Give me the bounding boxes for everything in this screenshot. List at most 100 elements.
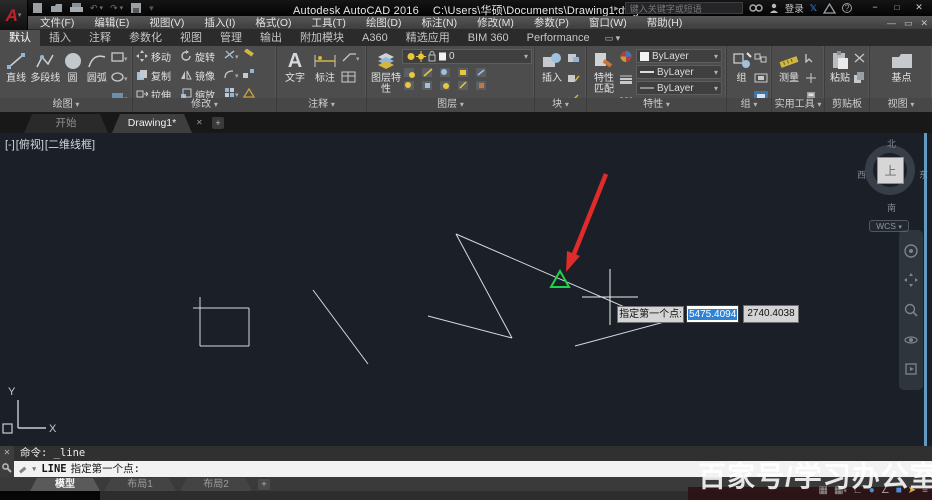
compass-south-label[interactable]: 南 <box>887 201 896 214</box>
rotate-button[interactable]: 旋转 <box>180 48 222 64</box>
menu-item[interactable]: 标注(N) <box>412 16 468 30</box>
block-attrs-tool-icon[interactable]: ▾ <box>567 90 581 98</box>
undo-icon[interactable]: ↶▾ <box>90 3 103 14</box>
help-icon[interactable]: ? <box>842 3 852 13</box>
leader-tool-icon[interactable]: ▾ <box>341 50 359 68</box>
menu-item[interactable]: 绘图(D) <box>356 16 412 30</box>
calculator-tool-icon[interactable] <box>804 90 818 98</box>
ribbon-collapse-icon[interactable]: ▭ ▾ <box>605 30 621 46</box>
panel-label-draw[interactable]: 绘图 ▾ <box>0 98 132 112</box>
fillet-tool-icon[interactable]: ▾ <box>224 67 240 85</box>
layout-tab-model[interactable]: 模型 <box>30 478 100 491</box>
lineweight-dropdown[interactable]: ByLayer▾ <box>636 65 722 79</box>
quick-select-tool-icon[interactable] <box>804 50 818 68</box>
layer-tools-grid[interactable] <box>402 66 528 92</box>
copy-button[interactable]: 复制 <box>136 67 178 83</box>
ribbon-tab[interactable]: BIM 360 <box>459 30 518 46</box>
dynamic-input-y-field[interactable]: 2740.4038 <box>743 305 799 323</box>
ribbon-tab[interactable]: 精选应用 <box>397 30 459 46</box>
app-menu-button[interactable]: A▾ <box>0 0 28 30</box>
save-icon[interactable] <box>130 2 142 14</box>
panel-label-view[interactable]: 视图 ▾ <box>870 98 932 112</box>
group-selectable-toggle-icon[interactable] <box>754 90 768 98</box>
exchange-icon[interactable]: 𝕏 <box>810 3 817 14</box>
ribbon-tab[interactable]: 注释 <box>80 30 120 46</box>
text-button[interactable]: A 文字 <box>280 48 310 98</box>
offset-tool-icon[interactable] <box>242 86 256 98</box>
panel-label-block[interactable]: 块 ▾ <box>535 98 586 112</box>
circle-button[interactable]: 圆 <box>61 48 83 98</box>
panel-label-layers[interactable]: 图层 ▾ <box>367 98 534 112</box>
file-tab-close-icon[interactable]: ✕ <box>196 118 203 127</box>
ribbon-tab[interactable]: 附加模块 <box>291 30 353 46</box>
layout-tab-layout1[interactable]: 布局1 <box>104 478 176 491</box>
search-binoculars-icon[interactable] <box>749 3 763 13</box>
ribbon-tab[interactable]: 参数化 <box>120 30 171 46</box>
selection-cycling-toggle-icon[interactable]: ➤ <box>908 484 916 498</box>
menu-item[interactable]: 视图(V) <box>139 16 194 30</box>
navigation-bar[interactable] <box>899 230 923 390</box>
dynamic-input-x-field[interactable]: 5475.4094 <box>686 305 739 323</box>
ribbon-tab[interactable]: 插入 <box>40 30 80 46</box>
table-tool-icon[interactable] <box>341 70 359 88</box>
layer-properties-button[interactable]: 图层特性 <box>370 48 402 98</box>
grid-toggle-icon[interactable]: ▦ <box>818 484 827 498</box>
new-drawing-tab-button[interactable]: + <box>212 117 224 129</box>
menu-item[interactable]: 编辑(E) <box>84 16 139 30</box>
doc-restore-button[interactable]: ▭ <box>904 16 913 30</box>
redo-icon[interactable]: ↷▾ <box>110 3 123 14</box>
hatch-tool-icon[interactable]: ▾ <box>111 90 129 98</box>
mirror-button[interactable]: 镜像 <box>180 67 222 83</box>
viewport-minus-control[interactable]: [-] <box>5 139 15 151</box>
sign-in-button[interactable]: 登录 <box>785 1 804 15</box>
paste-button[interactable]: 粘贴 <box>828 48 852 98</box>
panel-label-modify[interactable]: 修改 ▾ <box>133 98 276 112</box>
pan-icon[interactable] <box>904 273 918 287</box>
ortho-toggle-icon[interactable]: ∟ <box>853 484 863 498</box>
linetype-dropdown[interactable]: ByLayer▾ <box>636 81 722 95</box>
line-button[interactable]: 直线 <box>3 48 29 98</box>
close-button[interactable]: ✕ <box>908 0 930 15</box>
ellipse-tool-icon[interactable]: ▾ <box>111 70 129 88</box>
command-close-icon[interactable]: ✕ <box>4 449 11 457</box>
minimize-button[interactable]: − <box>864 0 886 15</box>
object-color-dropdown[interactable]: ByLayer▾ <box>636 49 722 63</box>
measure-button[interactable]: 测量 <box>775 48 803 98</box>
edit-block-tool-icon[interactable] <box>567 70 581 88</box>
layer-dropdown[interactable]: 0 ▾ <box>402 49 532 64</box>
cut-tool-icon[interactable] <box>853 50 866 68</box>
command-input-line[interactable]: ▾ LINE 指定第一个点: <box>14 461 932 477</box>
search-input[interactable]: 键入关键字或短语 <box>625 2 743 14</box>
menu-item[interactable]: 帮助(H) <box>637 16 693 30</box>
array-tool-icon[interactable]: ▾ <box>224 86 240 98</box>
orbit-icon[interactable] <box>904 333 918 347</box>
panel-label-groups[interactable]: 组 ▾ <box>727 98 771 112</box>
file-tab-drawing1[interactable]: Drawing1* <box>112 114 192 133</box>
new-file-icon[interactable] <box>32 2 43 14</box>
restore-button[interactable]: □ <box>886 0 908 15</box>
command-options-arrow-icon[interactable]: ▾ <box>31 461 37 477</box>
layout-tab-layout2[interactable]: 布局2 <box>180 478 252 491</box>
snap-toggle-icon[interactable]: ▦▾ <box>834 484 847 499</box>
ribbon-tab[interactable]: A360 <box>353 30 397 46</box>
menu-item[interactable]: 窗口(W) <box>579 16 637 30</box>
polyline-button[interactable]: 多段线 <box>29 48 61 98</box>
scale-button[interactable]: 缩放 <box>180 86 222 98</box>
new-layout-button[interactable]: + <box>258 479 270 490</box>
qat-dropdown-icon[interactable]: ▾ <box>149 3 154 14</box>
group-edit-tool-icon[interactable] <box>754 70 768 88</box>
point-tool-icon[interactable] <box>804 70 818 88</box>
compass-north-label[interactable]: 北 <box>887 137 896 150</box>
full-nav-wheel-icon[interactable] <box>904 244 918 258</box>
rectangle-tool-icon[interactable]: ▾ <box>111 50 129 68</box>
doc-close-button[interactable]: ✕ <box>920 16 928 30</box>
open-file-icon[interactable] <box>50 2 63 14</box>
base-view-button[interactable]: 基点 <box>886 48 918 98</box>
arc-button[interactable]: 圆弧 <box>84 48 110 98</box>
menu-item[interactable]: 修改(M) <box>467 16 524 30</box>
menu-item[interactable]: 格式(O) <box>245 16 301 30</box>
canvas-right-scrollbar[interactable] <box>924 133 927 446</box>
group-button[interactable]: 组 <box>730 48 753 98</box>
ribbon-tab[interactable]: 输出 <box>251 30 291 46</box>
match-properties-button[interactable]: 特性匹配 <box>590 48 618 98</box>
